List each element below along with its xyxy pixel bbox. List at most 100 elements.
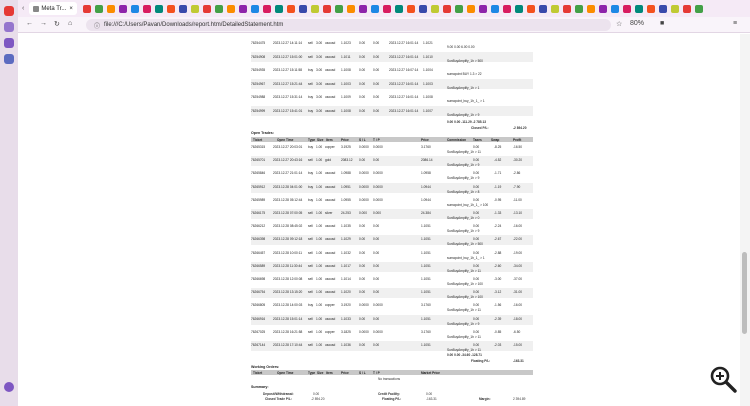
tab-favicon[interactable] [94,4,103,13]
size-cell: 1.00 [316,171,323,176]
tab-favicon[interactable] [142,4,151,13]
close-price-cell: 1.1004 [423,68,433,72]
tab-favicon[interactable] [274,4,283,13]
time-cell: 2023.12.28 16:21:58 [273,329,303,334]
tab-favicon[interactable] [310,4,319,13]
tab-favicon[interactable] [238,4,247,13]
tab-favicon[interactable] [214,4,223,13]
size-cell: 1.00 [316,277,323,281]
tab-favicon[interactable] [130,4,139,13]
back-button[interactable]: ← [26,20,33,27]
ticket-cell: 76254967 [251,81,266,86]
tab-favicon[interactable] [682,4,691,13]
active-tab[interactable]: Meta Tr... × [29,2,77,15]
tab-favicon[interactable] [646,4,655,13]
tab-favicon[interactable] [694,4,703,13]
tab-favicon[interactable] [322,4,331,13]
tab-favicon[interactable] [382,4,391,13]
sidebar-icon[interactable] [4,6,14,16]
tab-favicon[interactable] [394,4,403,13]
size-cell: 1.00 [316,197,323,202]
tab-favicon[interactable] [358,4,367,13]
sidebar-icon[interactable] [4,54,14,64]
tab-favicon[interactable] [262,4,271,13]
tab-favicon[interactable] [166,4,175,13]
sidebar-settings-icon[interactable] [4,382,14,392]
sidebar-icon[interactable] [4,22,14,32]
closed-totals: 0.00 0.00 -111.29 -2 785.13 [447,120,486,124]
tab-favicon[interactable] [406,4,415,13]
time-cell: 2023.12.28 08:45:02 [273,224,303,229]
tab-favicon[interactable] [430,4,439,13]
tab-favicon[interactable] [286,4,295,13]
price-cell: 1.1003 [341,81,351,86]
tab-favicon[interactable] [190,4,199,13]
zoom-level[interactable]: 80% [630,20,644,27]
tab-favicon[interactable] [226,4,235,13]
column-header: Item [326,138,333,142]
commission-cell: 0.00 [473,290,480,295]
tab-favicon[interactable] [562,4,571,13]
tab-favicon[interactable] [82,4,91,13]
back-icon[interactable]: ‹ [22,5,24,12]
page-scrollbar[interactable] [740,34,750,406]
tab-favicon[interactable] [178,4,187,13]
tab-favicon[interactable] [466,4,475,13]
tab-favicon[interactable] [586,4,595,13]
tab-favicon[interactable] [514,4,523,13]
current-price-cell: 24.384 [421,211,431,215]
tab-favicon[interactable] [526,4,535,13]
item-cell: copper [325,329,335,334]
time-cell: 2023.12.28 05:12:44 [273,197,303,202]
column-header: Price [341,138,349,142]
home-button[interactable]: ⌂ [68,20,72,27]
tab-favicon[interactable] [622,4,631,13]
tab-favicon[interactable] [298,4,307,13]
tab-favicon[interactable] [478,4,487,13]
column-header: Size [317,371,324,375]
tab-favicon[interactable] [370,4,379,13]
sl-cell: 0.00 [359,41,366,45]
tp-cell: 0.00 [373,68,380,72]
tab-favicon[interactable] [538,4,547,13]
close-tab-icon[interactable]: × [69,6,73,12]
tab-favicon[interactable] [574,4,583,13]
tab-favicon[interactable] [334,4,343,13]
tab-favicon[interactable] [550,4,559,13]
menu-icon[interactable]: ≡ [733,20,737,27]
tab-favicon[interactable] [670,4,679,13]
tab-favicon[interactable] [118,4,127,13]
price-cell: 2083.12 [341,158,353,163]
tab-favicon[interactable] [502,4,511,13]
type-cell: sell [308,81,313,86]
price-cell: 1.1008 [341,108,351,113]
tab-favicon[interactable] [154,4,163,13]
tab-favicon[interactable] [250,4,259,13]
closed-trade-pl-label: Closed Trade P/L: [265,397,292,401]
tab-favicon[interactable] [442,4,451,13]
tab-favicon[interactable] [658,4,667,13]
closed-row: 76254988 2023.12.27 15:31:14 buy 3.00 usousd… [251,92,533,103]
comment-cell: SunBuyAmplify_1h > 9 [447,321,480,326]
tab-favicon[interactable] [610,4,619,13]
tab-favicon[interactable] [634,4,643,13]
reload-button[interactable]: ↻ [54,20,60,28]
extensions-icon[interactable]: ■ [660,20,664,27]
tab-favicon[interactable] [490,4,499,13]
comment-cell: sumapoint_buy_1h_1_ > 1 [447,255,485,260]
open-trades-title: Open Trades: [251,131,274,135]
address-bar[interactable]: ⓘ file:///C:/Users/Pavan/Downloads/repor… [86,19,611,31]
magnifier-zoom-icon[interactable] [708,364,738,394]
forward-button[interactable]: → [40,20,47,27]
tab-favicon[interactable] [106,4,115,13]
tab-favicon[interactable] [202,4,211,13]
tab-favicon[interactable] [346,4,355,13]
type-cell: sell [308,237,313,242]
scrollbar-thumb[interactable] [742,252,747,334]
tab-favicon[interactable] [454,4,463,13]
page-info-icon[interactable]: ⓘ [94,21,100,30]
tab-favicon[interactable] [598,4,607,13]
tab-favicon[interactable] [418,4,427,13]
bookmark-icon[interactable]: ☆ [616,20,622,28]
sidebar-icon[interactable] [4,38,14,48]
